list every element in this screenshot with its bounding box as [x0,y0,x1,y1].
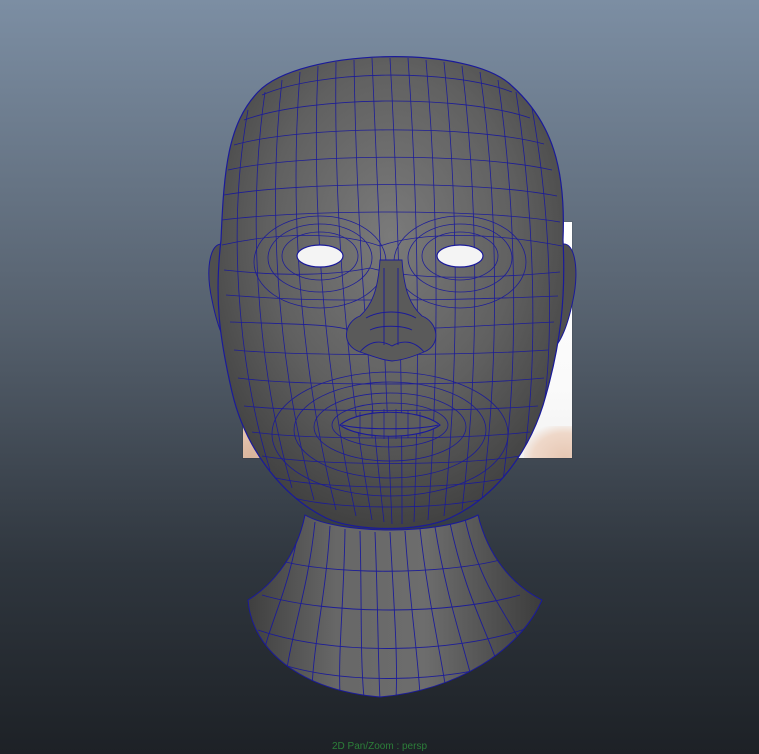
head-mesh [217,56,565,530]
neck-mesh [247,514,543,698]
viewport-hud-label: 2D Pan/Zoom : persp [331,741,428,752]
head-model[interactable] [0,0,759,754]
maya-perspective-viewport[interactable]: 2D Pan/Zoom : persp [0,0,759,754]
eye-socket-right [436,244,484,268]
eye-socket-left [296,244,344,268]
